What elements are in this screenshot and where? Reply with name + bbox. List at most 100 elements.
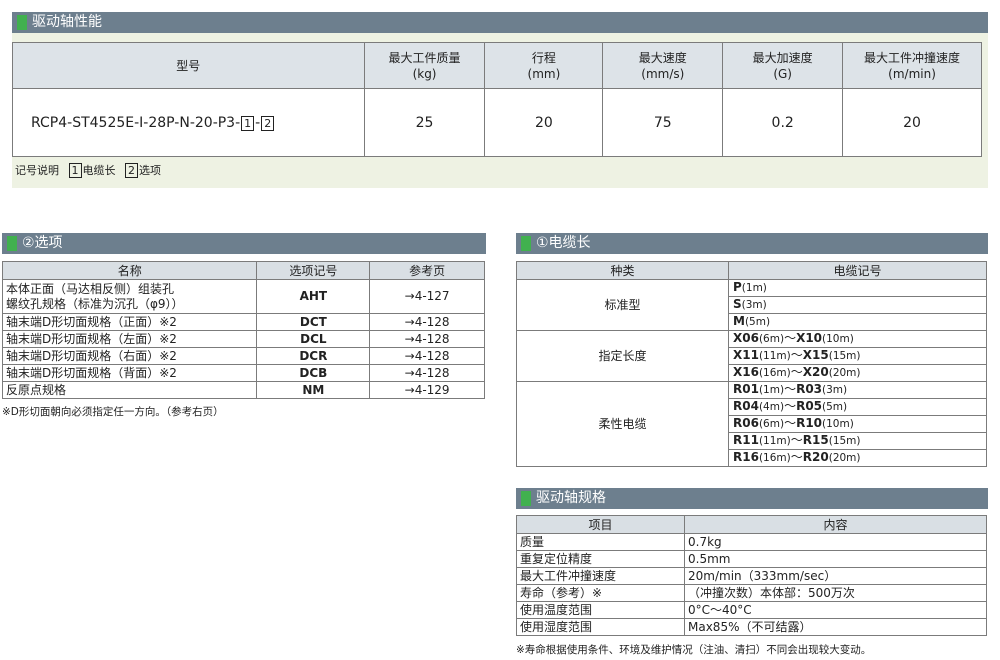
col-header-cable-code: 电缆记号: [728, 261, 987, 280]
option-name: 轴末端D形切面规格（右面）※2: [1, 347, 258, 365]
col-header-ref: 参考页: [369, 261, 485, 280]
col-header-item: 项目: [516, 515, 685, 534]
section-title: ②选项: [22, 235, 63, 251]
cable-code: R06(6m)～R10(10m): [728, 415, 987, 433]
option-name: 本体正面（马达相反侧）组装孔 螺纹孔规格（标准为沉孔（φ9））: [1, 279, 258, 314]
table-row: 柔性电缆 R01(1m)～R03(3m): [516, 381, 987, 467]
spec-value: 20m/min（333mm/sec）: [684, 567, 987, 585]
table-row: 轴末端D形切面规格（正面）※2 DCT →4-128: [1, 313, 485, 331]
table-row: 轴末端D形切面规格（右面）※2 DCR →4-128: [1, 347, 485, 365]
legend-option: 选项: [139, 164, 161, 177]
cell-speed: 75: [602, 88, 724, 157]
col-header-code: 选项记号: [256, 261, 371, 280]
cable-kind-specified: 指定长度: [516, 330, 729, 382]
table-header-row: 项目 内容: [516, 515, 987, 534]
cable-code: R04(4m)～R05(5m): [728, 398, 987, 416]
table-header-row: 型号 最大工件质量 (kg) 行程 (mm) 最大速度 (mm/s) 最大加速度 (G)…: [12, 42, 982, 89]
option-ref: →4-128: [369, 330, 485, 348]
cable-code: X06(6m)～X10(10m): [728, 330, 987, 348]
cell-mass: 25: [363, 88, 486, 157]
col-header-stroke: 行程 (mm): [484, 42, 604, 89]
table-row: 使用湿度范围 Max85%（不可结露）: [516, 618, 987, 636]
cell-accel: 0.2: [722, 88, 844, 157]
section-marker: [7, 236, 17, 251]
cable-code: X16(16m)～X20(20m): [728, 364, 987, 382]
option-ref: →4-127: [369, 279, 485, 314]
axis-spec-table: 项目 内容 质量 0.7kg 重复定位精度 0.5mm 最大工件冲撞速度 20m…: [516, 515, 987, 636]
option-code: DCT: [256, 313, 371, 331]
spec-key: 质量: [516, 533, 685, 551]
col-header-kind: 种类: [516, 261, 729, 280]
spec-key: 使用湿度范围: [516, 618, 685, 636]
options-table: 名称 选项记号 参考页 本体正面（马达相反侧）组装孔 螺纹孔规格（标准为沉孔（φ9…: [1, 261, 485, 399]
spec-value: Max85%（不可结露）: [684, 618, 987, 636]
legend-cable: 电缆长: [82, 164, 116, 177]
table-row: 质量 0.7kg: [516, 533, 987, 551]
table-row: 轴末端D形切面规格（背面）※2 DCB →4-128: [1, 364, 485, 382]
model-number: RCP4-ST4525E-I-28P-N-20-P3- 1-2: [12, 88, 365, 157]
cable-code: S(3m): [728, 296, 987, 314]
section-header-cable: ①电缆长: [516, 233, 988, 254]
table-row: 指定长度 X06(6m)～X10(10m): [516, 330, 987, 382]
option-code: NM: [256, 381, 371, 399]
cable-code: R01(1m)～R03(3m): [728, 381, 987, 399]
col-header-accel: 最大加速度 (G): [722, 42, 844, 89]
option-name: 轴末端D形切面规格（左面）※2: [1, 330, 258, 348]
section-title: ①电缆长: [536, 235, 591, 251]
option-code: AHT: [256, 279, 371, 314]
cable-code: R16(16m)～R20(20m): [728, 449, 987, 467]
section-marker: [521, 491, 531, 506]
spec-key: 寿命（参考）※: [516, 584, 685, 602]
cable-code: P(1m): [728, 279, 987, 297]
table-row: 轴末端D形切面规格（左面）※2 DCL →4-128: [1, 330, 485, 348]
table-row: 寿命（参考）※ （冲撞次数）本体部：500万次: [516, 584, 987, 602]
performance-table: 型号 最大工件质量 (kg) 行程 (mm) 最大速度 (mm/s) 最大加速度 (G)…: [12, 42, 982, 157]
cell-impact-speed: 20: [842, 88, 982, 157]
spec-value: （冲撞次数）本体部：500万次: [684, 584, 987, 602]
option-name: 轴末端D形切面规格（背面）※2: [1, 364, 258, 382]
cable-code: M(5m): [728, 313, 987, 331]
section-marker: [521, 236, 531, 251]
cable-code: X11(11m)～X15(15m): [728, 347, 987, 365]
col-header-content: 内容: [684, 515, 987, 534]
cable-code: R11(11m)～R15(15m): [728, 432, 987, 450]
cable-kind-standard: 标准型: [516, 279, 729, 331]
symbol-legend: 记号说明 1 电缆长 2 选项: [15, 163, 161, 178]
spec-key: 最大工件冲撞速度: [516, 567, 685, 585]
option-ref: →4-128: [369, 313, 485, 331]
table-header-row: 名称 选项记号 参考页: [1, 261, 485, 280]
option-ref: →4-128: [369, 347, 485, 365]
section-title: 驱动轴性能: [32, 14, 102, 30]
spec-value: 0.7kg: [684, 533, 987, 551]
spec-key: 重复定位精度: [516, 550, 685, 568]
cell-stroke: 20: [484, 88, 604, 157]
spec-key: 使用温度范围: [516, 601, 685, 619]
box-symbol-1: 1: [241, 115, 255, 131]
section-marker: [17, 15, 27, 30]
options-footnote: ※D形切面朝向必须指定任一方向。（参考右页）: [2, 406, 224, 418]
cable-table: 种类 电缆记号 标准型 P(1m) S(3m) M(5m) 指定长度 X06(6…: [516, 261, 987, 467]
legend-box-2: 2: [125, 163, 138, 178]
table-row: 反原点规格 NM →4-129: [1, 381, 485, 399]
legend-box-1: 1: [68, 163, 82, 178]
table-row: 重复定位精度 0.5mm: [516, 550, 987, 568]
table-row: RCP4-ST4525E-I-28P-N-20-P3- 1-2 25 20 75 …: [12, 88, 982, 157]
spec-value: 0°C～40°C: [684, 601, 987, 619]
col-header-speed: 最大速度 (mm/s): [602, 42, 724, 89]
axis-footnote: ※寿命根据使用条件、环境及维护情况（注油、清扫）不同会出现较大变动。: [516, 644, 872, 656]
table-row: 使用温度范围 0°C～40°C: [516, 601, 987, 619]
col-header-model: 型号: [12, 42, 365, 89]
option-code: DCR: [256, 347, 371, 365]
option-code: DCL: [256, 330, 371, 348]
col-header-name: 名称: [1, 261, 258, 280]
section-header-performance: 驱动轴性能: [12, 12, 988, 33]
section-header-axis-spec: 驱动轴规格: [516, 488, 988, 509]
table-header-row: 种类 电缆记号: [516, 261, 987, 280]
option-code: DCB: [256, 364, 371, 382]
option-name: 轴末端D形切面规格（正面）※2: [1, 313, 258, 331]
option-ref: →4-129: [369, 381, 485, 399]
table-row: 标准型 P(1m): [516, 279, 987, 331]
section-title: 驱动轴规格: [536, 490, 606, 506]
box-symbol-2: 2: [261, 115, 275, 131]
table-row: 最大工件冲撞速度 20m/min（333mm/sec）: [516, 567, 987, 585]
